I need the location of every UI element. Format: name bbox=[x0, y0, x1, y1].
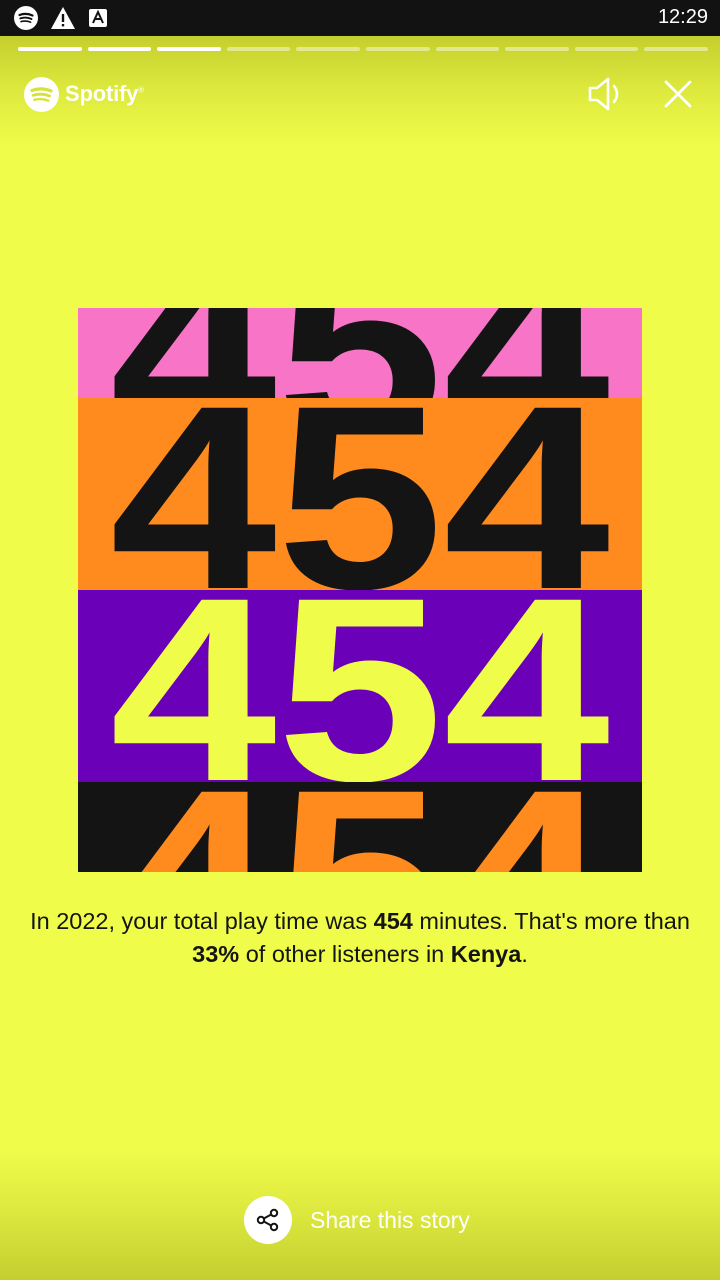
close-icon bbox=[664, 80, 692, 108]
warning-icon bbox=[50, 6, 76, 35]
minutes-artwork: 454454454454 bbox=[78, 308, 642, 872]
progress-segment bbox=[435, 47, 500, 51]
progress-segment bbox=[157, 47, 221, 51]
progress-segment bbox=[87, 47, 152, 51]
progress-segment bbox=[365, 47, 430, 51]
clock: 12:29 bbox=[657, 6, 708, 28]
progress-segment bbox=[644, 47, 708, 51]
close-button[interactable] bbox=[656, 72, 700, 116]
speaker-icon bbox=[588, 77, 619, 111]
progress-segment bbox=[296, 47, 360, 51]
font-app-icon bbox=[88, 8, 108, 33]
status-bar: 12:29 bbox=[0, 0, 720, 36]
spotify-icon bbox=[14, 6, 38, 35]
share-story-label: Share this story bbox=[310, 1206, 470, 1233]
sound-toggle-button[interactable] bbox=[584, 72, 628, 116]
progress-segment bbox=[505, 47, 569, 51]
progress-segment bbox=[574, 47, 639, 51]
share-icon-circle bbox=[244, 1196, 292, 1244]
minutes-number-bands: 454454454454 bbox=[78, 308, 642, 872]
percent-value: 33% bbox=[192, 941, 240, 967]
spotify-logo: Spotify® bbox=[24, 76, 144, 112]
play-time-caption: In 2022, your total play time was 454 mi… bbox=[30, 908, 690, 967]
spotify-logo-icon bbox=[24, 76, 59, 112]
share-icon bbox=[256, 1208, 279, 1232]
progress-segment bbox=[18, 47, 82, 51]
story-progress bbox=[18, 47, 708, 51]
progress-segment bbox=[226, 47, 291, 51]
spotify-wordmark: Spotify® bbox=[65, 81, 144, 106]
minutes-value: 454 bbox=[373, 908, 413, 934]
share-story-button[interactable]: Share this story bbox=[244, 1196, 470, 1244]
country-name: Kenya bbox=[450, 941, 522, 967]
